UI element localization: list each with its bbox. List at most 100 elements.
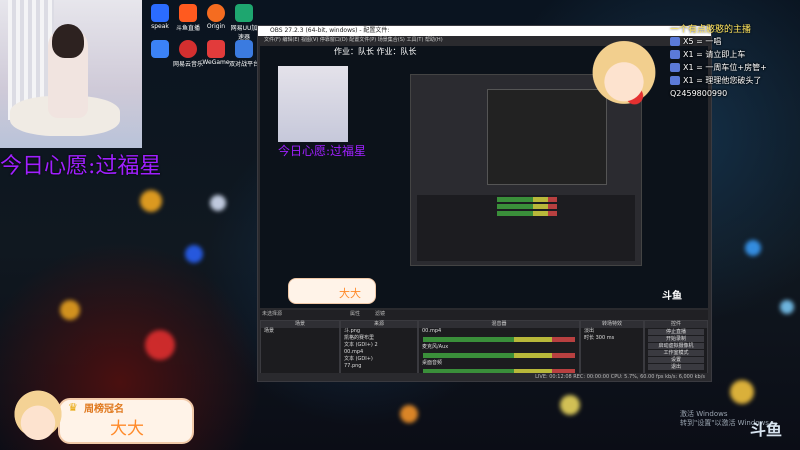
preview-rank-name: 大大 <box>339 287 361 300</box>
wish-text: 今日心愿:过福星 <box>0 154 162 179</box>
exit-button[interactable]: 退出 <box>648 364 704 370</box>
obs-title: OBS 27.2.3 (64-bit, windows) - 配置文件: <box>270 27 390 34</box>
transition-duration-value[interactable]: 300 ms <box>596 335 615 341</box>
scenes-panel: 场景 场景 <box>260 320 340 380</box>
bokeh-light <box>730 380 754 404</box>
streamer-hair <box>52 24 84 58</box>
source-item[interactable]: 00.mp4 <box>341 349 417 356</box>
bokeh-light <box>400 405 418 423</box>
desktop-icon[interactable]: WeGame <box>201 38 231 72</box>
mixer-panel: 混音器 00.mp4 麦克风/Aux 桌面音频 <box>418 320 580 380</box>
source-item[interactable]: 文本 (GDI+) <box>341 356 417 363</box>
nested-dock <box>417 195 635 261</box>
chat-line: X1 = 请立即上车 <box>670 48 800 61</box>
controls-panel: 控件 停止直播 开始录制 启动虚拟摄像机 工作室模式 设置 退出 <box>644 320 708 380</box>
chat-line: X1 = 理理他您破头了 <box>670 74 800 87</box>
obs-status: LIVE: 00:12:08 REC: 00:00:00 CPU: 5.7%, … <box>535 374 705 380</box>
studio-mode-button[interactable]: 工作室模式 <box>648 350 704 356</box>
chat-title: 一个有点憨憨的主播 <box>670 25 752 35</box>
crown-icon: ♛ <box>68 401 78 414</box>
desktop-icon-label: 斗鱼直播 <box>175 25 200 32</box>
chat-id: Q2459800990 <box>670 89 728 98</box>
virtual-camera-button[interactable]: 启动虚拟摄像机 <box>648 343 704 349</box>
obs-status-bar: LIVE: 00:12:08 REC: 00:00:00 CPU: 5.7%, … <box>258 373 711 381</box>
transition-duration-label: 时长 <box>584 335 595 341</box>
transitions-header: 转场特效 <box>581 321 643 328</box>
gift-icon <box>670 63 680 72</box>
bokeh-light <box>210 195 226 211</box>
preview-header: 作业：队长 作业：队长 <box>334 47 417 56</box>
desktop-icon[interactable] <box>145 38 175 72</box>
gift-icon <box>670 50 680 59</box>
source-item[interactable]: 文本 (GDI+) 2 <box>341 342 417 349</box>
anime-avatar <box>10 388 66 446</box>
obs-menu[interactable]: 文件(F) 编辑(E) 视图(V) 停靠窗口(D) 配置文件(P) 场景集合(S… <box>264 37 443 43</box>
chat-text: = 理理他您破头了 <box>696 76 762 85</box>
chat-count: X1 <box>683 50 694 59</box>
rank-name: 大大 <box>110 419 144 439</box>
preview-wish-text: 今日心愿:过福星 <box>278 144 367 158</box>
mixer-track-name: 00.mp4 <box>422 328 442 334</box>
nested-meter <box>497 197 557 202</box>
gift-icon <box>670 37 680 46</box>
controls-header: 控件 <box>645 321 707 328</box>
chat-count: X5 <box>683 37 694 46</box>
webcam-feed <box>0 0 142 148</box>
chat-text: = 请立即上车 <box>696 50 746 59</box>
preview-logo: 斗鱼 <box>662 291 682 302</box>
chat-text: = 一周车位+房管+ <box>696 63 767 72</box>
bokeh-light <box>780 300 794 314</box>
desktop-icon[interactable]: Origin <box>201 2 231 36</box>
source-item[interactable]: 斗.png <box>341 328 417 335</box>
sources-header: 来源 <box>341 321 417 328</box>
chat-count: X1 <box>683 63 694 72</box>
stop-streaming-button[interactable]: 停止直播 <box>648 329 704 335</box>
desktop-icon[interactable]: speak <box>145 2 175 36</box>
bokeh-light <box>140 190 162 212</box>
bokeh-light <box>185 245 203 263</box>
mixer-track-name: 麦克风/Aux <box>422 344 449 350</box>
desktop-icons: speak 斗鱼直播 Origin 网易UU加速器 网易云音乐 WeGame 双… <box>145 0 259 75</box>
source-item[interactable]: 凯格的赛布里 <box>341 335 417 342</box>
desktop-icon[interactable]: 双对战平台 <box>229 38 259 72</box>
sources-panel: 来源 斗.png 凯格的赛布里 文本 (GDI+) 2 00.mp4 文本 (G… <box>340 320 418 380</box>
chat-text: = 一唱 <box>696 37 722 46</box>
chat-overlay: 一个有点憨憨的主播 X5 = 一唱 X1 = 请立即上车 X1 = 一周车位+房… <box>670 22 800 122</box>
desktop-icon[interactable]: 网易云音乐 <box>173 38 203 72</box>
mixer-meter[interactable] <box>423 353 575 358</box>
properties-button[interactable]: 属性 <box>350 310 360 317</box>
preview-rank-card: 大大 <box>288 278 376 304</box>
platform-logo: 斗鱼 <box>749 420 782 439</box>
desktop-icon-label: 双对战平台 <box>229 61 260 68</box>
desktop-icon-label: 网易云音乐 <box>173 61 204 68</box>
bokeh-light <box>60 300 80 320</box>
mixer-header: 混音器 <box>419 321 579 328</box>
filters-button[interactable]: 滤镜 <box>375 310 385 317</box>
nested-meter <box>497 211 557 216</box>
mixer-track-name: 桌面音频 <box>422 360 443 366</box>
transitions-panel: 转场特效 淡出 时长 300 ms <box>580 320 644 380</box>
gift-icon <box>670 76 680 85</box>
start-recording-button[interactable]: 开始录制 <box>648 336 704 342</box>
scenes-header: 场景 <box>261 321 339 328</box>
obs-dock: 未选择源 属性 滤镜 场景 场景 来源 斗.png 凯格的赛布里 文本 (GDI… <box>260 310 708 380</box>
scene-item[interactable]: 场景 <box>261 328 339 335</box>
bokeh-light <box>745 240 761 256</box>
preview-webcam <box>278 66 348 142</box>
source-item[interactable]: 77.png <box>341 363 417 370</box>
chat-line: X5 = 一唱 <box>670 35 800 48</box>
transition-type[interactable]: 淡出 <box>581 328 643 335</box>
desktop-icon[interactable]: 网易UU加速器 <box>229 2 259 41</box>
desktop-icon[interactable]: 斗鱼直播 <box>173 2 203 36</box>
settings-button[interactable]: 设置 <box>648 357 704 363</box>
anime-mascot <box>580 35 668 113</box>
chat-count: X1 <box>683 76 694 85</box>
rank-card: ♛ 周榜冠名 大大 <box>10 388 194 448</box>
mixer-meter[interactable] <box>423 337 575 342</box>
desktop-icon-label: speak <box>151 23 169 30</box>
transition-duration-row: 时长 300 ms <box>581 335 643 342</box>
bokeh-light <box>560 395 580 415</box>
no-source-label: 未选择源 <box>262 311 283 317</box>
desktop-icon-label: WeGame <box>202 59 230 66</box>
chat-line: X1 = 一周车位+房管+ <box>670 61 800 74</box>
